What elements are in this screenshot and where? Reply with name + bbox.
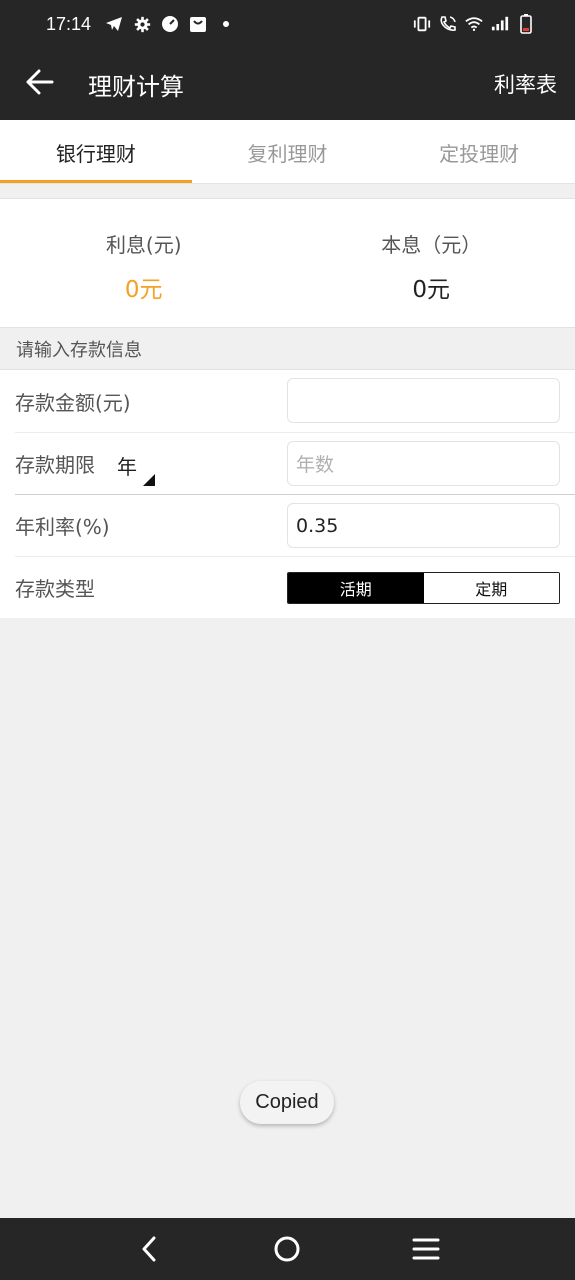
total-value: 0元: [412, 277, 451, 303]
tab-compound-finance[interactable]: 复利理财: [192, 120, 384, 184]
wifi-call-icon: [439, 15, 457, 33]
signal-icon: [491, 15, 509, 33]
toast-message: Copied: [240, 1081, 334, 1124]
speedometer-icon: [161, 15, 179, 33]
status-time: 17:14: [46, 13, 92, 34]
arrow-left-icon: [26, 69, 54, 99]
section-header: 请输入存款信息: [0, 329, 575, 370]
tab-bank-finance[interactable]: 银行理财: [0, 120, 192, 184]
status-bar: 17:14: [0, 0, 575, 48]
interest-summary: 利息(元) 0元: [0, 199, 288, 327]
vibrate-icon: [413, 15, 431, 33]
total-summary: 本息（元） 0元: [288, 199, 575, 327]
type-fixed-option[interactable]: 定期: [423, 573, 559, 603]
total-label: 本息（元）: [381, 233, 482, 257]
term-years-input[interactable]: 年数: [287, 441, 560, 486]
term-label: 存款期限: [15, 452, 95, 477]
term-unit-select[interactable]: 年: [117, 451, 137, 480]
shopping-bag-icon: [189, 15, 207, 33]
type-demand-option[interactable]: 活期: [288, 573, 424, 603]
back-nav-icon[interactable]: [125, 1225, 173, 1273]
app-bar: 理财计算 利率表: [0, 48, 575, 120]
result-summary: 利息(元) 0元 本息（元） 0元: [0, 198, 575, 328]
page-title: 理财计算: [88, 72, 184, 101]
tab-bar: 银行理财 复利理财 定投理财: [0, 120, 575, 184]
recents-nav-icon[interactable]: [402, 1225, 450, 1273]
battery-low-icon: [517, 14, 535, 34]
dropdown-triangle-icon[interactable]: [143, 474, 155, 486]
telegram-icon: [105, 15, 123, 33]
deposit-type-toggle: 活期 定期: [287, 572, 560, 604]
tab-fixed-investment[interactable]: 定投理财: [383, 120, 575, 184]
rate-input[interactable]: 0.35: [287, 503, 560, 548]
rate-label: 年利率(%): [15, 514, 110, 539]
interest-value: 0元: [124, 277, 163, 303]
tab-divider: [0, 183, 575, 184]
system-nav-bar: [0, 1218, 575, 1280]
dot-icon: [217, 15, 235, 33]
wifi-icon: [465, 15, 483, 33]
home-nav-icon[interactable]: [263, 1225, 311, 1273]
amount-input[interactable]: [287, 378, 560, 423]
type-label: 存款类型: [15, 576, 95, 601]
back-button[interactable]: [0, 48, 80, 120]
settings-gear-icon: [133, 15, 151, 33]
amount-label: 存款金额(元): [15, 390, 131, 415]
interest-label: 利息(元): [105, 233, 182, 257]
rate-table-button[interactable]: 利率表: [494, 69, 557, 99]
